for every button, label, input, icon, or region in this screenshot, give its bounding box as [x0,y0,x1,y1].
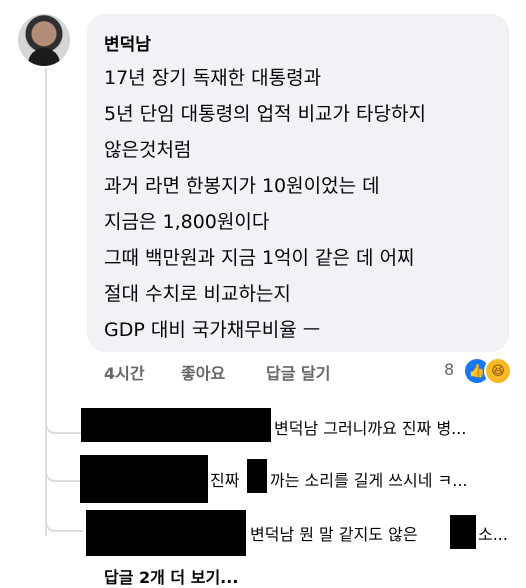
reply-text[interactable]: 변덕남 그러니까요 진짜 병... [274,415,466,439]
reply-text[interactable]: 소... [478,521,508,545]
comment-line: 17년 장기 독재한 대통령과 [104,67,322,89]
comment-line: GDP 대비 국가채무비율 ㅡ [104,319,321,341]
comment-timestamp[interactable]: 4시간 [104,360,145,384]
redacted-word [247,459,267,493]
reply-connector [45,414,83,434]
comment-author[interactable]: 변덕남 [104,30,151,55]
reply-text[interactable]: 진짜 [210,467,239,491]
reply-text[interactable]: 까는 소리를 길게 쓰시네 ㅋ... [270,467,468,491]
comment-line: 지금은 1,800원이다 [104,211,270,233]
reply-connector [45,512,83,532]
like-button[interactable]: 좋아요 [181,360,225,384]
redacted-avatar-name [81,408,271,442]
haha-icon[interactable]: 😆 [484,357,512,385]
comment-line: 절대 수치로 비교하는지 [104,283,291,305]
reply-text[interactable]: 변덕남 뭔 말 같지도 않은 [250,521,418,545]
avatar[interactable] [18,14,70,66]
comment-line: 않은것처럼 [104,139,192,161]
comment-line: 과거 라면 한봉지가 10원이었는 데 [104,175,380,197]
view-more-replies-button[interactable]: 답글 2개 더 보기... [104,564,238,588]
comment-line: 5년 단임 대통령의 업적 비교가 타당하지 [104,103,426,125]
comment-line: 그때 백만원과 지금 1억이 같은 데 어찌 [104,247,415,269]
redacted-avatar-name [80,455,208,503]
redacted-avatar-name [86,510,246,556]
comment-text: 17년 장기 독재한 대통령과 5년 단임 대통령의 업적 비교가 타당하지 않… [104,60,500,348]
redacted-word [450,515,476,549]
reaction-count[interactable]: 8 [444,360,454,379]
reply-connector [45,462,83,482]
reply-button[interactable]: 답글 달기 [266,360,330,384]
